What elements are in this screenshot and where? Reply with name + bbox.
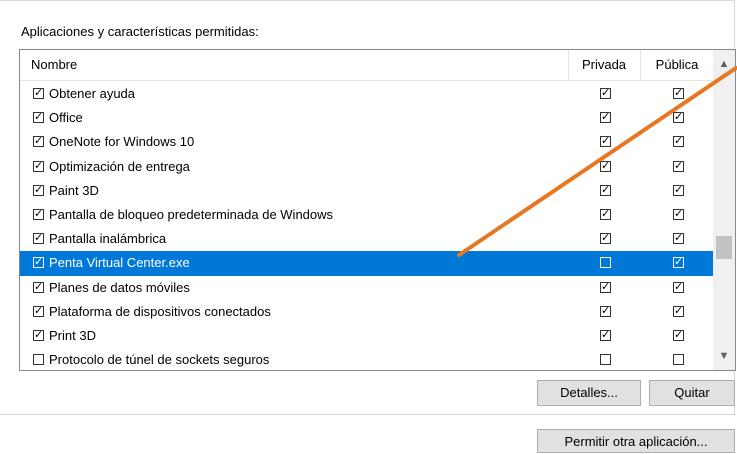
- enable-app-checkbox[interactable]: ✓: [33, 112, 44, 124]
- enable-app-checkbox[interactable]: ✓: [33, 88, 44, 99]
- table-row[interactable]: ✓ Paint 3D ✓ ✓: [20, 179, 713, 203]
- table-row[interactable]: ✓ Pantalla de bloqueo predeterminada de W…: [20, 203, 713, 227]
- private-network-checkbox[interactable]: ✓: [600, 184, 611, 196]
- remove-button[interactable]: Quitar: [649, 380, 735, 406]
- table-row[interactable]: Protocolo de túnel de sockets seguros: [20, 348, 713, 370]
- private-network-checkbox[interactable]: ✓: [600, 233, 611, 245]
- private-network-checkbox[interactable]: ✓: [600, 329, 611, 341]
- table-row[interactable]: ✓ Penta Virtual Center.exe ✓: [20, 251, 713, 276]
- table-row[interactable]: ✓ Planes de datos móviles ✓ ✓: [20, 276, 713, 300]
- table-row[interactable]: ✓ Obtener ayuda ✓ ✓: [20, 82, 713, 106]
- public-network-checkbox[interactable]: ✓: [673, 88, 684, 99]
- app-name-label: Penta Virtual Center.exe: [49, 255, 190, 271]
- public-network-checkbox[interactable]: ✓: [673, 112, 684, 124]
- private-network-checkbox[interactable]: ✓: [600, 160, 611, 172]
- details-button[interactable]: Detalles...: [537, 380, 641, 406]
- table-row[interactable]: ✓ Optimización de entrega ✓ ✓: [20, 155, 713, 179]
- private-network-checkbox[interactable]: ✓: [600, 305, 611, 317]
- app-name-label: Obtener ayuda: [49, 86, 136, 101]
- app-name-label: Plataforma de dispositivos conectados: [49, 303, 271, 319]
- private-network-checkbox[interactable]: ✓: [600, 281, 611, 293]
- list-header: Nombre Privada Pública: [20, 50, 713, 81]
- section-title: Aplicaciones y características permitida…: [21, 24, 259, 39]
- enable-app-checkbox[interactable]: ✓: [33, 281, 44, 293]
- chevron-down-icon[interactable]: ▼: [713, 346, 735, 366]
- column-header-public[interactable]: Pública: [640, 50, 713, 80]
- public-network-checkbox[interactable]: ✓: [673, 329, 684, 341]
- enable-app-checkbox[interactable]: ✓: [33, 257, 44, 269]
- public-network-checkbox[interactable]: ✓: [673, 208, 684, 220]
- enable-app-checkbox[interactable]: [33, 354, 44, 366]
- table-row[interactable]: ✓ Print 3D ✓ ✓: [20, 324, 713, 348]
- app-name-label: Office: [49, 110, 83, 126]
- table-row[interactable]: ✓ Office ✓ ✓: [20, 106, 713, 130]
- enable-app-checkbox[interactable]: ✓: [33, 208, 44, 220]
- enable-app-checkbox[interactable]: ✓: [33, 160, 44, 172]
- app-name-label: Paint 3D: [49, 182, 99, 198]
- app-name-label: OneNote for Windows 10: [49, 134, 195, 150]
- list-rows: ✓ Obtener ayuda ✓ ✓ ✓ Office ✓ ✓ ✓ OneNote for Wi…: [20, 82, 713, 370]
- allowed-apps-list[interactable]: Nombre Privada Pública ✓ Obtener ayuda ✓ ✓ ✓…: [19, 49, 736, 371]
- public-network-checkbox[interactable]: ✓: [673, 305, 684, 317]
- enable-app-checkbox[interactable]: ✓: [33, 305, 44, 317]
- enable-app-checkbox[interactable]: ✓: [33, 329, 44, 341]
- private-network-checkbox[interactable]: [600, 257, 611, 269]
- app-name-label: Protocolo de túnel de sockets seguros: [49, 352, 270, 368]
- app-name-label: Planes de datos móviles: [49, 279, 190, 295]
- chevron-up-icon[interactable]: ▲: [713, 54, 735, 74]
- app-name-label: Print 3D: [49, 327, 96, 343]
- app-name-label: Pantalla de bloqueo predeterminada de Wi…: [49, 206, 334, 222]
- public-network-checkbox[interactable]: ✓: [673, 160, 684, 172]
- private-network-checkbox[interactable]: [600, 354, 611, 366]
- private-network-checkbox[interactable]: ✓: [600, 136, 611, 148]
- table-row[interactable]: ✓ Pantalla inalámbrica ✓ ✓: [20, 227, 713, 251]
- enable-app-checkbox[interactable]: ✓: [33, 233, 44, 245]
- table-row[interactable]: ✓ OneNote for Windows 10 ✓ ✓: [20, 130, 713, 154]
- private-network-checkbox[interactable]: ✓: [600, 88, 611, 99]
- public-network-checkbox[interactable]: ✓: [673, 184, 684, 196]
- private-network-checkbox[interactable]: ✓: [600, 112, 611, 124]
- vertical-scrollbar[interactable]: ▲ ▼: [713, 50, 735, 370]
- table-row[interactable]: ✓ Plataforma de dispositivos conectados ✓ ✓: [20, 300, 713, 324]
- enable-app-checkbox[interactable]: ✓: [33, 136, 44, 148]
- public-network-checkbox[interactable]: ✓: [673, 233, 684, 245]
- enable-app-checkbox[interactable]: ✓: [33, 184, 44, 196]
- allowed-apps-panel: Aplicaciones y características permitida…: [0, 0, 736, 415]
- app-name-label: Pantalla inalámbrica: [49, 231, 167, 247]
- allow-other-app-button[interactable]: Permitir otra aplicación...: [537, 429, 735, 453]
- column-header-name[interactable]: Nombre: [31, 50, 77, 80]
- public-network-checkbox[interactable]: ✓: [673, 257, 684, 269]
- app-name-label: Optimización de entrega: [49, 158, 190, 174]
- private-network-checkbox[interactable]: ✓: [600, 208, 611, 220]
- public-network-checkbox[interactable]: [673, 354, 684, 366]
- column-header-private[interactable]: Privada: [568, 50, 639, 80]
- scrollbar-thumb[interactable]: [716, 236, 732, 259]
- public-network-checkbox[interactable]: ✓: [673, 136, 684, 148]
- public-network-checkbox[interactable]: ✓: [673, 281, 684, 293]
